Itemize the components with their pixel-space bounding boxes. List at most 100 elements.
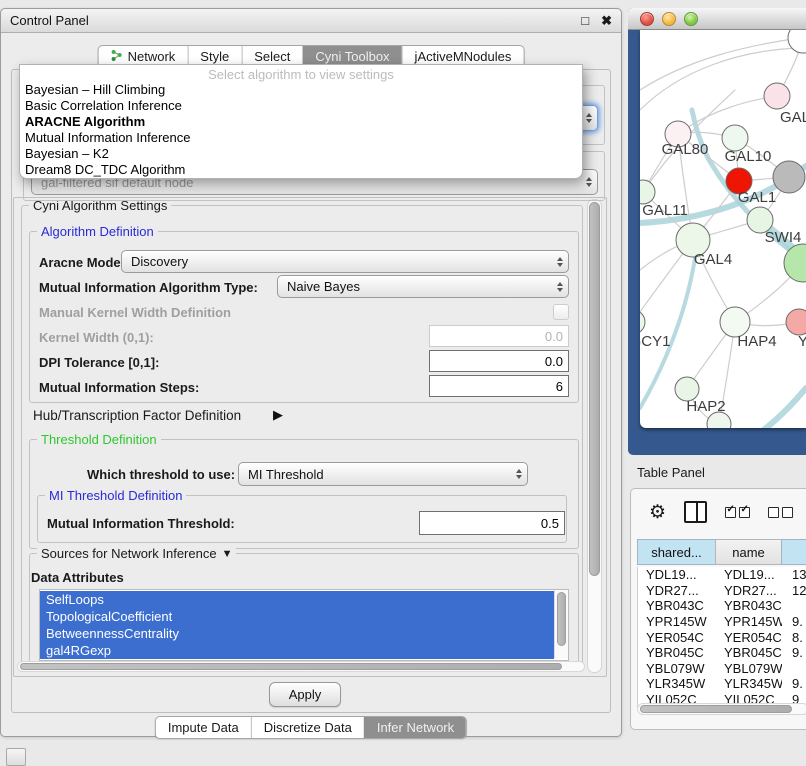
table-row[interactable]: YDR27...YDR27...12 bbox=[638, 583, 806, 599]
table-row[interactable]: YBL079WYBL079W bbox=[638, 661, 806, 677]
algorithm-option[interactable]: Bayesian – Hill Climbing bbox=[20, 82, 582, 98]
which-threshold-combo[interactable]: MI Threshold bbox=[238, 462, 528, 486]
zoom-traffic-light-icon[interactable] bbox=[684, 12, 698, 26]
table-row[interactable]: YDL19...YDL19...13 bbox=[638, 567, 806, 583]
gear-icon[interactable]: ⚙ bbox=[649, 503, 666, 522]
tab-label: Infer Network bbox=[377, 720, 454, 735]
table-horizontal-scrollbar[interactable] bbox=[637, 703, 806, 715]
attribute-list-item[interactable]: SelfLoops bbox=[40, 591, 554, 608]
attribute-list-item[interactable]: BetweennessCentrality bbox=[40, 625, 554, 642]
tab-impute-data[interactable]: Impute Data bbox=[156, 717, 251, 738]
sources-group-title: Sources for Network Inference bbox=[41, 546, 217, 561]
table-column-header[interactable]: name bbox=[715, 539, 781, 565]
table-cell: YLR345W bbox=[716, 676, 782, 691]
manual-kernel-width-checkbox[interactable] bbox=[553, 304, 569, 320]
table-column-header[interactable]: shared... bbox=[637, 539, 715, 565]
algorithm-option[interactable]: Mutual Information Inference bbox=[20, 130, 582, 146]
mi-threshold-field[interactable]: 0.5 bbox=[419, 511, 565, 535]
aracne-mode-value: Discovery bbox=[131, 254, 188, 269]
scrollbar-thumb[interactable] bbox=[640, 705, 792, 713]
algorithm-option[interactable]: Bayesian – K2 bbox=[20, 146, 582, 162]
table-row[interactable]: YBR043CYBR043C bbox=[638, 598, 806, 614]
attribute-list-item[interactable]: TopologicalCoefficient bbox=[40, 608, 554, 625]
network-tab-icon bbox=[111, 49, 123, 64]
mi-algorithm-type-combo[interactable]: Naive Bayes bbox=[277, 275, 569, 298]
table-cell: YBR045C bbox=[638, 645, 716, 660]
tab-label: Network bbox=[128, 49, 176, 64]
mi-threshold-label: Mutual Information Threshold: bbox=[47, 516, 235, 531]
hub-definition-expander-label[interactable]: Hub/Transcription Factor Definition bbox=[33, 408, 241, 423]
algorithm-option[interactable]: ARACNE Algorithm bbox=[20, 114, 582, 130]
settings-horizontal-scrollbar[interactable] bbox=[17, 661, 585, 672]
kernel-width-field: 0.0 bbox=[429, 325, 569, 347]
table-row[interactable]: YLR345WYLR345W9. bbox=[638, 676, 806, 692]
float-window-icon[interactable]: □ bbox=[575, 13, 595, 28]
table-cell: YER054C bbox=[638, 630, 716, 645]
dpi-tolerance-field[interactable]: 0.0 bbox=[429, 350, 569, 372]
network-edge[interactable] bbox=[640, 38, 800, 90]
algorithm-option[interactable]: Dream8 DC_TDC Algorithm bbox=[20, 162, 582, 178]
table-cell: YPR145W bbox=[638, 614, 716, 629]
docked-panel-icon[interactable] bbox=[6, 748, 26, 766]
table-cell: YBR043C bbox=[716, 598, 782, 613]
network-node-label: HAP4 bbox=[737, 333, 776, 350]
table-column-header[interactable]: A bbox=[781, 539, 806, 565]
control-panel-titlebar[interactable]: Control Panel □ ✖ bbox=[1, 9, 621, 33]
table-cell: 9. bbox=[782, 614, 806, 629]
scrollbar-thumb[interactable] bbox=[20, 663, 562, 670]
aracne-mode-combo[interactable]: Discovery bbox=[121, 250, 569, 273]
select-all-icon[interactable] bbox=[725, 507, 750, 518]
attr-items: SelfLoopsTopologicalCoefficientBetweenne… bbox=[40, 591, 554, 659]
table-cell: 9. bbox=[782, 676, 806, 691]
network-node[interactable] bbox=[788, 30, 806, 53]
network-node-label: GCY1 bbox=[640, 333, 670, 350]
attribute-list-item[interactable]: gal4RGexp bbox=[40, 642, 554, 659]
table-cell: 13 bbox=[782, 567, 806, 582]
network-node[interactable] bbox=[640, 310, 645, 334]
combo-arrows-icon bbox=[557, 276, 563, 297]
mi-steps-field[interactable]: 6 bbox=[429, 375, 569, 397]
algorithm-option[interactable]: Basic Correlation Inference bbox=[20, 98, 582, 114]
table-cell: 9. bbox=[782, 645, 806, 660]
tab-label: Cyni Toolbox bbox=[315, 49, 389, 64]
data-attributes-list: SelfLoopsTopologicalCoefficientBetweenne… bbox=[39, 589, 569, 661]
scrollbar-thumb[interactable] bbox=[557, 592, 566, 646]
network-node-label: GAL80 bbox=[662, 141, 709, 158]
network-node[interactable] bbox=[786, 309, 806, 335]
network-node[interactable] bbox=[764, 83, 790, 109]
close-traffic-light-icon[interactable] bbox=[640, 12, 654, 26]
table-cell: 12 bbox=[782, 583, 806, 598]
expander-right-arrow-icon[interactable]: ▶ bbox=[273, 407, 283, 423]
tab-discretize-data[interactable]: Discretize Data bbox=[251, 717, 364, 738]
table-cell: 8. bbox=[782, 630, 806, 645]
sources-group-title-wrap[interactable]: Sources for Network Inference ▼ bbox=[37, 546, 236, 561]
table-body: YDL19...YDL19...13YDR27...YDR27...12YBR0… bbox=[637, 567, 806, 707]
network-window-titlebar[interactable] bbox=[628, 8, 806, 30]
network-edge[interactable] bbox=[726, 388, 806, 428]
mi-threshold-group-title: MI Threshold Definition bbox=[45, 488, 186, 503]
table-row[interactable]: YBR045CYBR045C9. bbox=[638, 645, 806, 661]
combo-arrows-icon bbox=[516, 463, 522, 485]
table-row[interactable]: YPR145WYPR145W9. bbox=[638, 614, 806, 630]
close-window-icon[interactable]: ✖ bbox=[595, 13, 621, 29]
tab-infer-network[interactable]: Infer Network bbox=[364, 717, 466, 738]
network-node[interactable] bbox=[773, 161, 805, 193]
tab-label: jActiveMNodules bbox=[415, 49, 512, 64]
attributes-vertical-scrollbar[interactable] bbox=[554, 590, 568, 658]
apply-button[interactable]: Apply bbox=[269, 682, 341, 707]
network-node-label: GAL11 bbox=[642, 202, 688, 219]
columns-icon[interactable] bbox=[684, 501, 707, 523]
control-panel-title: Control Panel bbox=[1, 13, 575, 28]
expander-down-arrow-icon[interactable]: ▼ bbox=[222, 548, 233, 560]
table-cell: YDR27... bbox=[716, 583, 782, 598]
network-canvas[interactable]: GALGAL80GAL10GAL1GAL11SWI4GAL4GCY1HAP4YH… bbox=[640, 30, 806, 428]
network-graph[interactable]: GALGAL80GAL10GAL1GAL11SWI4GAL4GCY1HAP4YH… bbox=[640, 30, 806, 428]
settings-vertical-scrollbar[interactable] bbox=[587, 199, 602, 673]
minimize-traffic-light-icon[interactable] bbox=[662, 12, 676, 26]
table-cell: YLR345W bbox=[638, 676, 716, 691]
deselect-all-icon[interactable] bbox=[768, 507, 793, 518]
table-row[interactable]: YER054CYER054C8. bbox=[638, 629, 806, 645]
algorithm-dropdown-list: Bayesian – Hill ClimbingBasic Correlatio… bbox=[20, 82, 582, 178]
network-node-label: GAL1 bbox=[738, 189, 776, 206]
scrollbar-thumb[interactable] bbox=[589, 202, 600, 576]
